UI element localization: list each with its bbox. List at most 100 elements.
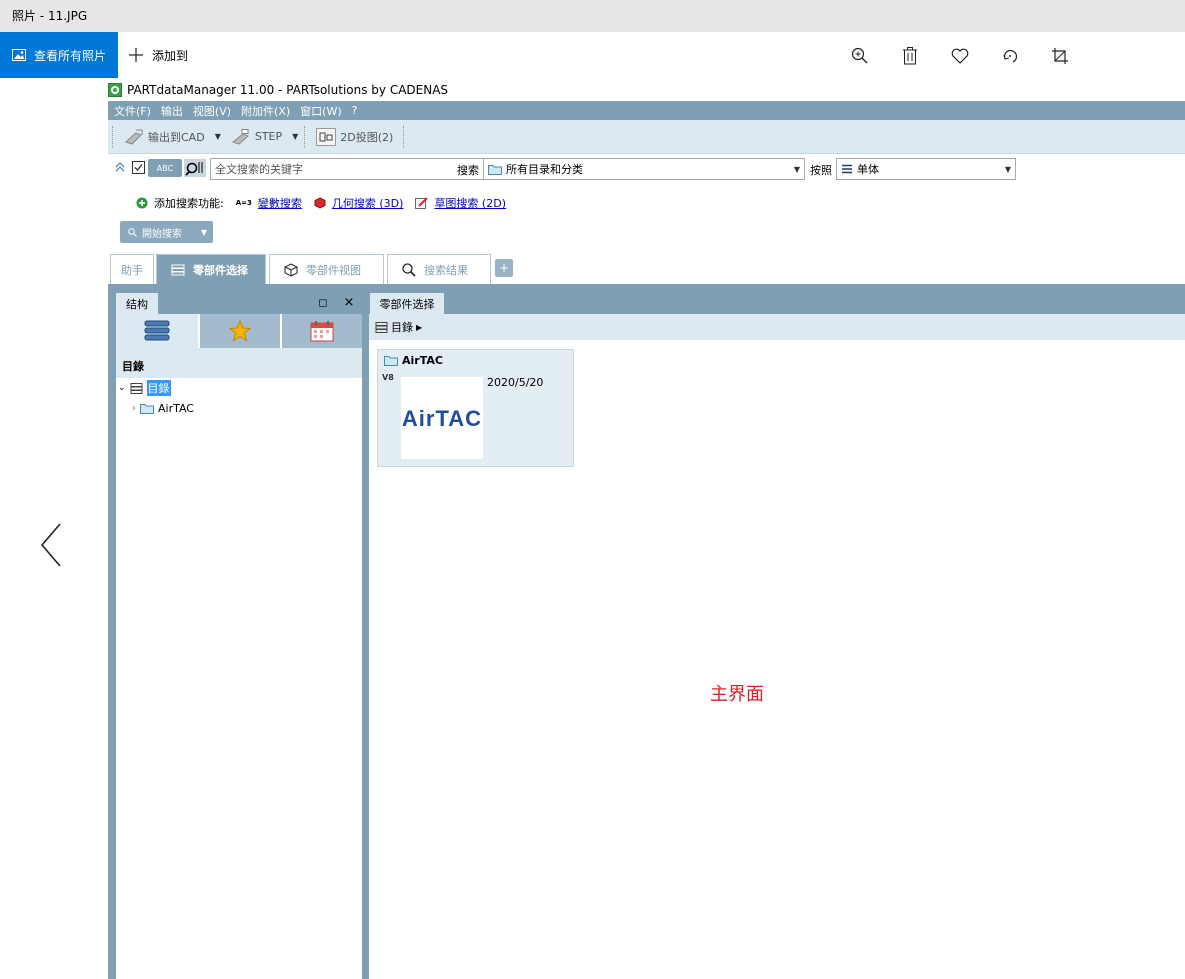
folder-icon [140,403,154,414]
parameter-search-icon: A=3 [235,199,252,207]
tab-part-view[interactable]: 零部件视图 [269,254,384,284]
heart-icon[interactable] [948,44,972,68]
menu-file[interactable]: 文件(F) [114,103,151,119]
export-cad-dropdown-icon[interactable]: ▼ [215,132,221,141]
crop-icon[interactable] [1048,44,1072,68]
trash-icon[interactable] [898,44,922,68]
zoom-in-icon[interactable] [848,44,872,68]
search-row: ABC 全文搜索的关键字 ▼ 搜索 所有目录和分类 ▼ 按照 单体 ▼ [108,156,1185,182]
tab-part-selection[interactable]: 零部件选择 [156,254,266,284]
export-cad-button[interactable]: 输出到CAD [120,125,209,149]
step-dropdown-icon[interactable]: ▼ [292,132,298,141]
step-label: STEP [254,130,283,143]
chevron-right-icon[interactable]: › [132,403,136,414]
tree-node-airtac[interactable]: › AirTAC [132,400,194,416]
export-cad-label: 输出到CAD [148,130,205,144]
catalog-card-date: 2020/5/20 [487,376,544,389]
menu-help[interactable]: ? [352,104,358,117]
catalog-select[interactable]: 所有目录和分类 ▼ [483,158,805,180]
menu-view[interactable]: 视图(V) [193,103,231,119]
main-toolbar: 输出到CAD ▼ STEP ▼ 2D投图(2) [108,120,1185,154]
app-title-bar: PARTdataManager 11.00 - PARTsolutions by… [108,80,448,100]
tree-node-catalog-label: 目錄 [146,380,171,396]
calendar-tab[interactable] [282,314,362,348]
add-to-label: 添加到 [152,48,189,63]
list-icon [842,164,852,174]
geometry-search-link[interactable]: 几何搜索 (3D) [332,195,404,211]
add-search-row: 添加搜索功能: A=3 變數搜索 几何搜索 (3D) 草图搜索 (2D) [136,194,506,212]
toolbar-separator [403,125,405,148]
airtac-logo-image: AirTAC [402,406,482,430]
collapse-up-icon[interactable] [114,161,126,173]
tab-search-results[interactable]: 搜索结果 [387,254,491,284]
catalog-card-title: AirTAC [384,354,443,367]
catalog-view-tab[interactable] [116,314,198,348]
tree-header-bg [116,348,362,378]
view-all-photos-button[interactable]: 查看所有照片 [0,32,118,78]
star-icon [229,320,251,342]
breadcrumb: 目錄 ▶ [369,314,1185,340]
structure-tab[interactable]: 结构 [116,293,158,314]
books-icon [375,321,388,333]
start-search-button[interactable]: 開始搜索 ▼ [120,221,213,243]
part-selection-tab[interactable]: 零部件选择 [370,293,444,314]
toolbar-separator [304,125,306,148]
svg-text:AirTAC: AirTAC [402,406,482,430]
parameter-search-link[interactable]: 變數搜索 [258,195,302,211]
menu-addons[interactable]: 附加件(X) [241,103,290,119]
by-label: 按照 [810,164,832,177]
menu-bar: 文件(F) 输出 视图(V) 附加件(X) 窗口(W) ? [108,101,1185,120]
start-search-label: 開始搜索 [142,228,182,240]
tab-assistant[interactable]: 助手 [110,254,154,284]
projection-2d-icon [316,127,337,146]
sketch-search-icon [415,197,429,209]
search-label: 搜索 [457,164,479,177]
magnifier-icon [402,262,416,277]
books-icon [130,382,143,394]
menu-window[interactable]: 窗口(W) [300,103,341,119]
breadcrumb-catalog[interactable]: 目錄 [391,319,413,335]
restore-panel-icon[interactable]: ◻ [316,294,330,310]
sketch-search-link[interactable]: 草图搜索 (2D) [434,195,506,211]
abc-toggle-button[interactable]: ABC [148,159,182,177]
start-search-dropdown-icon[interactable]: ▼ [201,228,207,237]
favorites-tab[interactable] [200,314,280,348]
add-to-button[interactable]: 添加到 [128,32,188,78]
catalog-card-title-label: AirTAC [402,354,443,367]
view-all-photos-label: 查看所有照片 [34,48,107,63]
tab-part-view-label: 零部件视图 [306,263,361,277]
search-checkbox[interactable] [132,161,145,174]
books-icon [171,264,185,275]
catalog-select-value: 所有目录和分类 [506,163,583,176]
toolbar-grip [112,125,114,148]
window-title: 照片 - 11.JPG [0,0,1185,32]
abc-toggle-label: ABC [156,163,174,173]
rotate-icon[interactable] [998,44,1022,68]
add-tab-button[interactable]: + [495,259,513,277]
calendar-icon [310,321,334,342]
breadcrumb-arrow-icon[interactable]: ▶ [416,323,422,332]
menu-output[interactable]: 输出 [161,103,183,119]
close-panel-icon[interactable]: × [342,294,356,310]
step-button[interactable]: STEP [227,125,286,149]
projection-2d-label: 2D投图(2) [340,130,394,144]
search-options-icon[interactable] [184,159,206,177]
by-dropdown-icon[interactable]: ▼ [1001,159,1015,179]
search-icon [128,227,137,237]
catalog-version-badge: V8 [382,373,394,382]
add-circle-icon [136,197,148,209]
cube-icon [284,262,298,277]
add-search-label: 添加搜索功能: [154,197,224,210]
by-select[interactable]: 单体 ▼ [836,158,1016,180]
projection-2d-button[interactable]: 2D投图(2) [312,125,397,149]
tab-search-results-label: 搜索结果 [424,263,468,277]
previous-arrow-icon[interactable] [38,520,64,570]
folder-icon [488,164,502,175]
geometry-search-icon [314,197,326,209]
tree-node-catalog[interactable]: ⌄ 目錄 [118,380,171,396]
chevron-down-icon[interactable]: ⌄ [118,383,126,393]
catalog-dropdown-icon[interactable]: ▼ [790,159,804,179]
books-stack-icon [144,320,170,341]
keyword-search-placeholder: 全文搜索的关键字 [215,163,303,176]
plus-icon [129,48,143,62]
